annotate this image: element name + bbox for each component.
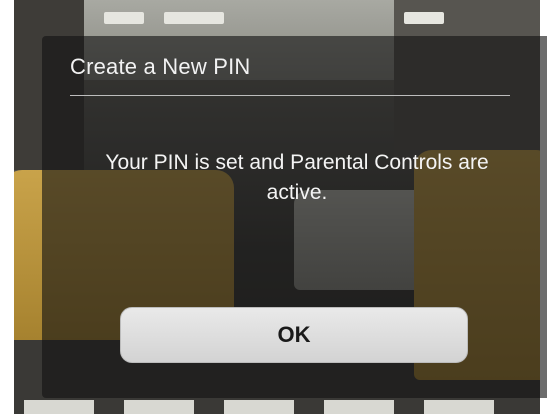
street-sign <box>104 12 144 24</box>
crosswalk-stripe <box>224 400 294 414</box>
crosswalk-stripe <box>424 400 494 414</box>
crosswalk-stripe <box>24 400 94 414</box>
ok-button[interactable]: OK <box>120 307 468 363</box>
dialog-message: Your PIN is set and Parental Controls ar… <box>105 151 489 204</box>
pin-confirmation-dialog: Create a New PIN Your PIN is set and Par… <box>42 36 547 398</box>
title-divider <box>70 95 510 96</box>
dialog-title: Create a New PIN <box>70 54 251 79</box>
street-sign <box>404 12 444 24</box>
crosswalk-stripe <box>324 400 394 414</box>
crosswalk-stripe <box>124 400 194 414</box>
street-sign <box>164 12 224 24</box>
